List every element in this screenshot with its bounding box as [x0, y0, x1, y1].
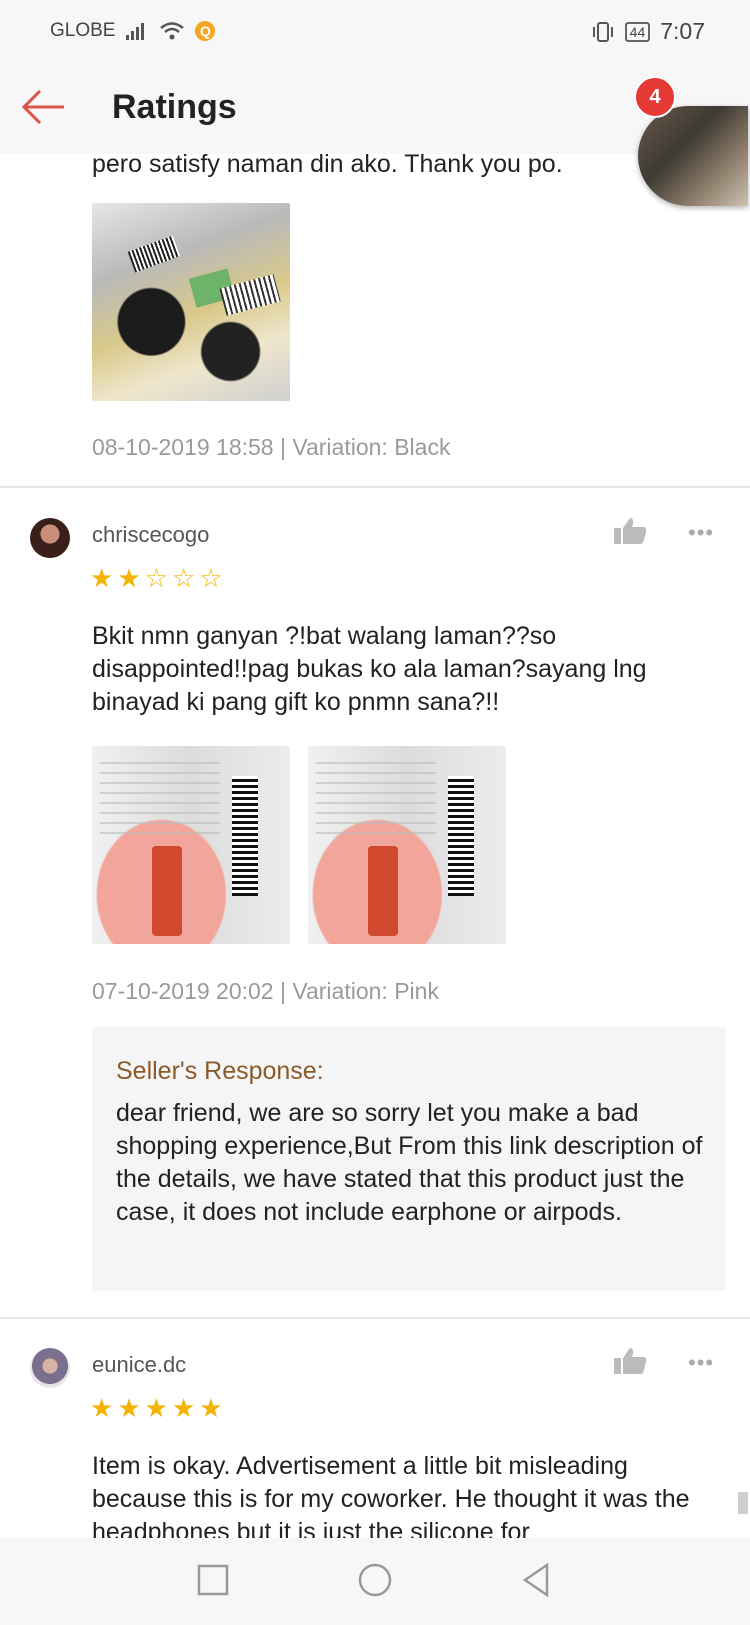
vibrate-icon	[592, 21, 613, 42]
star-filled-icon: ★	[117, 1393, 141, 1423]
review-username[interactable]: chriscecogo	[92, 522, 209, 548]
battery-icon: 44	[624, 21, 651, 42]
seller-response: Seller's Response: dear friend, we are s…	[92, 1027, 726, 1291]
star-filled-icon: ★	[171, 1393, 196, 1423]
more-options-icon[interactable]: •••	[688, 520, 714, 546]
system-nav-bar	[0, 1538, 750, 1625]
divider	[0, 1317, 750, 1319]
scrollbar[interactable]	[738, 1492, 748, 1514]
review-comment: Bkit nmn ganyan ?!bat walang laman??so d…	[92, 622, 647, 716]
recent-apps-icon[interactable]	[193, 1560, 233, 1600]
review-comment: Item is okay. Advertisement a little bit…	[92, 1452, 690, 1538]
case-strip	[152, 846, 182, 936]
seller-response-text: dear friend, we are so sorry let you mak…	[116, 1099, 703, 1226]
star-empty-icon: ☆	[199, 563, 223, 593]
divider	[0, 486, 750, 488]
star-filled-icon: ★	[117, 563, 141, 593]
page-title: Ratings	[112, 88, 237, 126]
review-comment: pero satisfy naman din ako. Thank you po…	[92, 150, 563, 178]
star-empty-icon: ☆	[144, 563, 168, 593]
star-filled-icon: ★	[90, 563, 114, 593]
seller-response-title: Seller's Response:	[116, 1057, 324, 1085]
back-nav-icon[interactable]	[517, 1560, 557, 1600]
status-right: 44 7:07	[591, 18, 705, 45]
barcode	[448, 776, 474, 896]
signal-icon	[126, 23, 145, 40]
clock: 7:07	[660, 18, 705, 44]
star-filled-icon: ★	[144, 1393, 168, 1423]
more-options-icon[interactable]: •••	[688, 1350, 714, 1376]
star-empty-icon: ☆	[171, 563, 196, 593]
avatar[interactable]	[30, 518, 70, 558]
review-meta: 08-10-2019 18:58 | Variation: Black	[92, 434, 451, 460]
review-photo[interactable]	[92, 746, 290, 944]
barcode-sticker	[127, 235, 181, 273]
chat-head-avatar[interactable]	[638, 106, 748, 206]
star-filled-icon: ★	[90, 1393, 114, 1423]
review-username[interactable]: eunice.dc	[92, 1352, 186, 1378]
review-photo[interactable]	[92, 203, 290, 401]
floating-chat-head[interactable]: 4	[634, 76, 750, 206]
star-rating: ★ ★ ☆ ☆ ☆	[90, 564, 223, 592]
app-notification-icon: Q	[195, 21, 216, 41]
thumbs-up-icon[interactable]	[612, 1346, 648, 1376]
wifi-icon	[160, 22, 185, 40]
review-meta: 07-10-2019 20:02 | Variation: Pink	[92, 978, 439, 1004]
star-filled-icon: ★	[199, 1393, 223, 1423]
back-arrow-icon[interactable]	[18, 84, 68, 130]
home-icon[interactable]	[355, 1560, 395, 1600]
case-strip	[368, 846, 398, 936]
thumbs-up-icon[interactable]	[612, 516, 648, 546]
label-print	[100, 754, 220, 834]
review-photo[interactable]	[308, 746, 506, 944]
status-left: GLOBE Q	[50, 20, 216, 42]
chat-unread-badge: 4	[634, 76, 676, 118]
avatar[interactable]	[30, 1348, 70, 1388]
label-print	[316, 754, 436, 834]
star-rating: ★ ★ ★ ★ ★	[90, 1394, 223, 1422]
status-bar: GLOBE Q 44 7:07	[0, 0, 750, 62]
carrier-label: GLOBE	[50, 20, 116, 41]
barcode	[232, 776, 258, 896]
